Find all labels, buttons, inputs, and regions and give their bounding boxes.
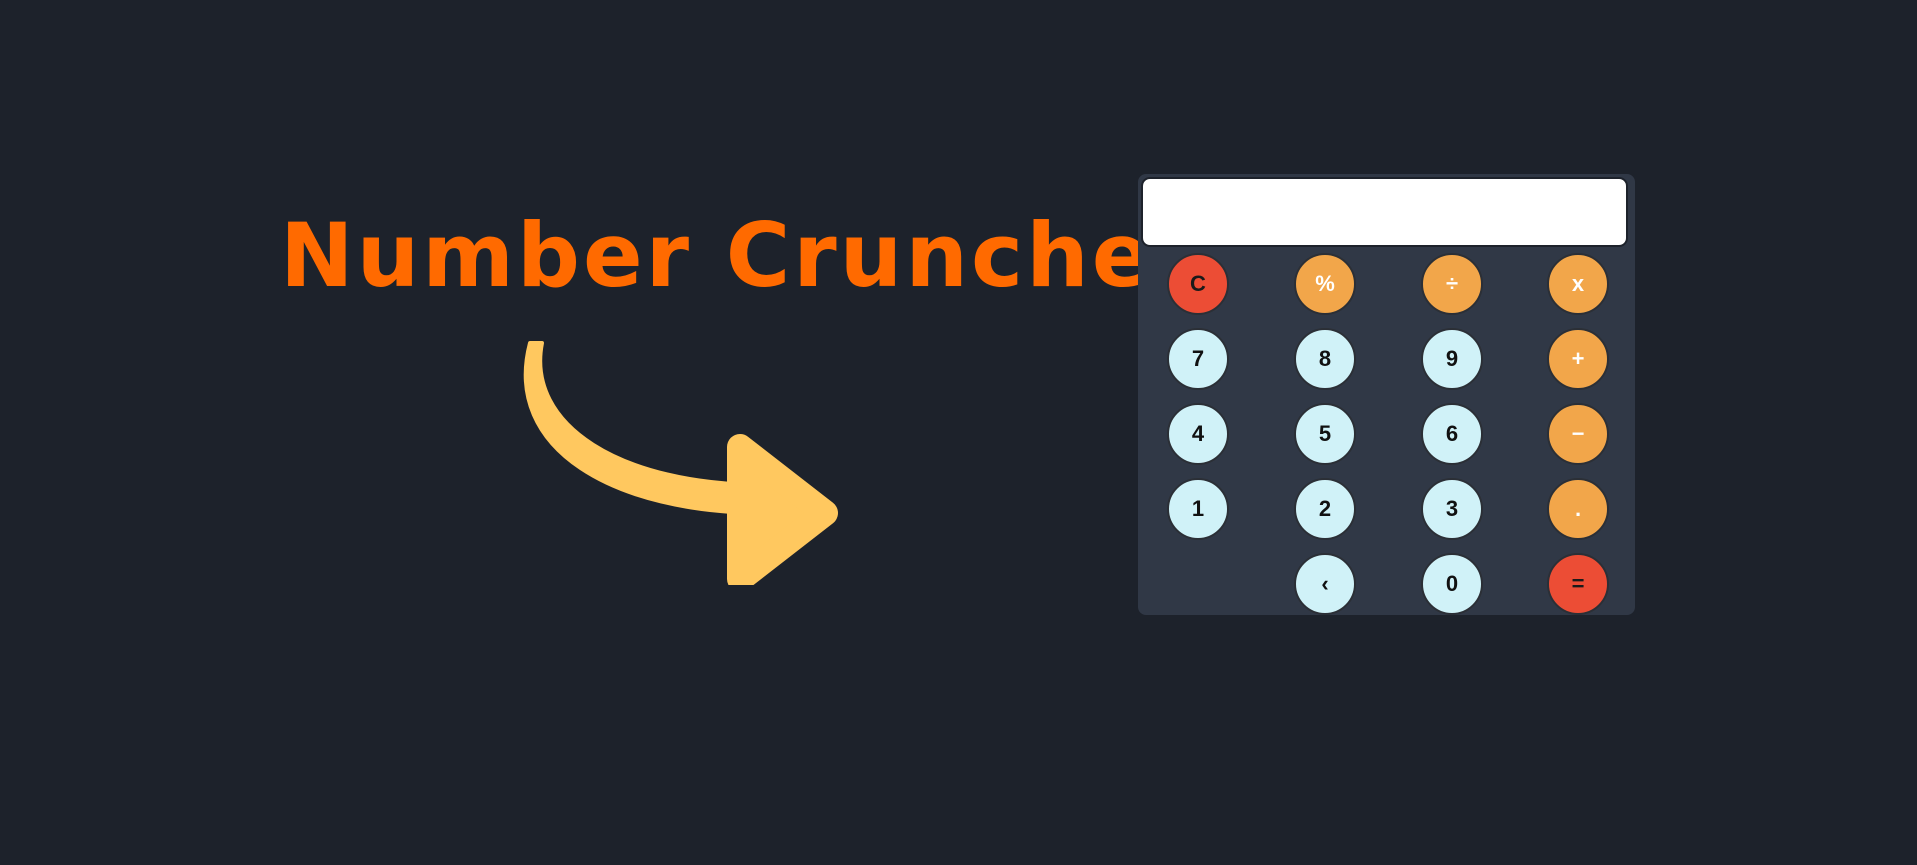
digit-2-button[interactable]: 2	[1294, 478, 1356, 540]
digit-6-button[interactable]: 6	[1421, 403, 1483, 465]
digit-3-button[interactable]: 3	[1421, 478, 1483, 540]
multiply-button[interactable]: x	[1547, 253, 1609, 315]
decimal-button[interactable]: .	[1547, 478, 1609, 540]
digit-1-button[interactable]: 1	[1167, 478, 1229, 540]
digit-9-button[interactable]: 9	[1421, 328, 1483, 390]
digit-0-button[interactable]: 0	[1421, 553, 1483, 615]
add-button[interactable]: +	[1547, 328, 1609, 390]
backspace-button[interactable]: ‹	[1294, 553, 1356, 615]
equals-button[interactable]: =	[1547, 553, 1609, 615]
subtract-button[interactable]: −	[1547, 403, 1609, 465]
curved-arrow-right-icon	[523, 341, 838, 585]
app-title: Number Cruncher	[280, 204, 1201, 307]
digit-7-button[interactable]: 7	[1167, 328, 1229, 390]
digit-8-button[interactable]: 8	[1294, 328, 1356, 390]
clear-button[interactable]: C	[1167, 253, 1229, 315]
calculator-display[interactable]	[1141, 177, 1628, 247]
calculator: C% ÷ x 7 8 9 +4 5 6 − 1 2 3. ‹ 0 =	[1138, 174, 1635, 615]
divide-button[interactable]: ÷	[1421, 253, 1483, 315]
digit-4-button[interactable]: 4	[1167, 403, 1229, 465]
percent-button[interactable]: %	[1294, 253, 1356, 315]
digit-5-button[interactable]: 5	[1294, 403, 1356, 465]
